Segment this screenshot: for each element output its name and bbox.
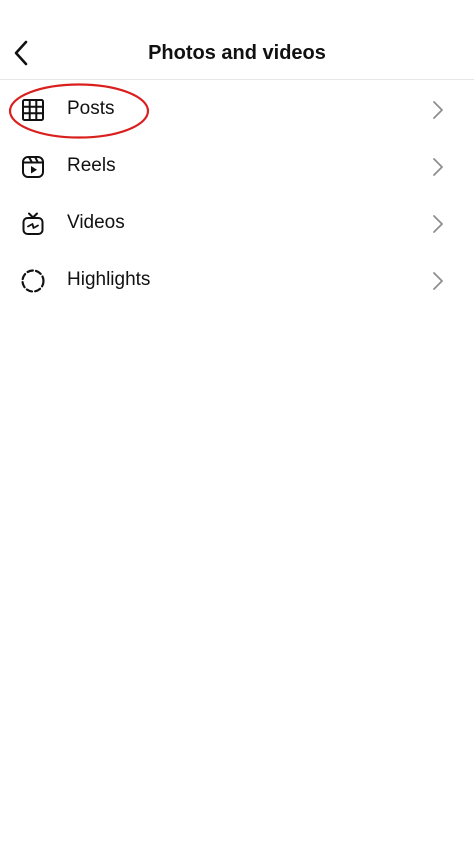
reels-icon: [20, 154, 46, 180]
menu-item-label: Videos: [67, 212, 125, 233]
chevron-right-icon: [430, 99, 446, 121]
page-title: Photos and videos: [148, 42, 326, 64]
chevron-right-icon: [430, 156, 446, 178]
tv-icon: [20, 211, 46, 237]
menu-item-posts[interactable]: Posts: [0, 81, 474, 138]
menu-item-label: Posts: [67, 98, 115, 119]
chevron-right-icon: [430, 213, 446, 235]
menu-item-label: Highlights: [67, 269, 151, 290]
menu-item-videos[interactable]: Videos: [0, 195, 474, 252]
menu-list: Posts Reels Videos Highlights: [0, 81, 474, 309]
header-bar: Photos and videos: [0, 0, 474, 80]
chevron-right-icon: [430, 270, 446, 292]
menu-item-reels[interactable]: Reels: [0, 138, 474, 195]
dashed-circle-icon: [20, 268, 46, 294]
grid-icon: [20, 97, 46, 123]
menu-item-label: Reels: [67, 155, 116, 176]
menu-item-highlights[interactable]: Highlights: [0, 252, 474, 309]
